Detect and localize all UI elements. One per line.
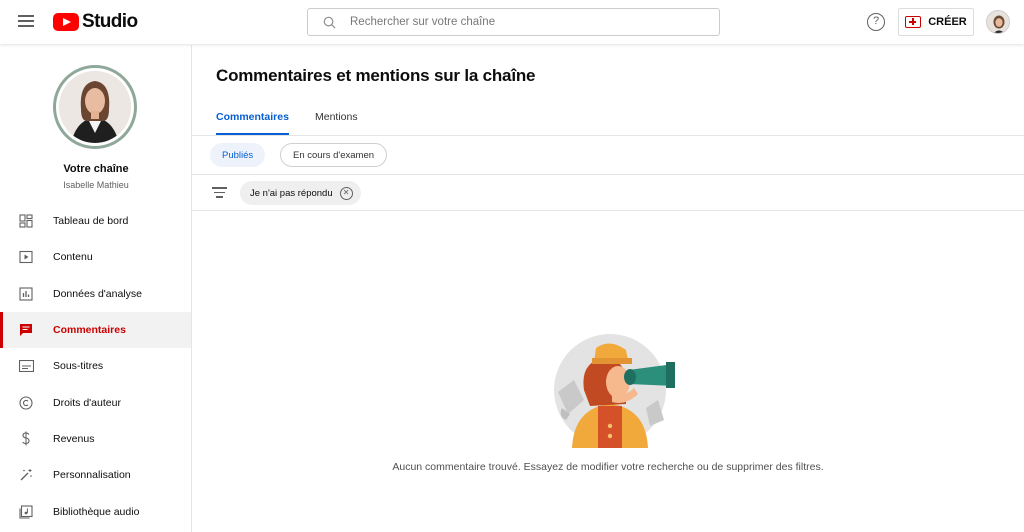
search-icon (314, 16, 344, 29)
binoculars-illustration-icon (554, 330, 686, 453)
top-bar: Studio ? CRÉER (0, 0, 1024, 44)
filter-bar: Je n'ai pas répondu ✕ (192, 175, 1024, 211)
comments-icon (18, 322, 34, 338)
sidebar-item-label: Tableau de bord (53, 215, 129, 228)
create-button[interactable]: CRÉER (898, 8, 974, 36)
sidebar-item-label: Revenus (53, 432, 95, 445)
magic-wand-icon (18, 467, 34, 483)
sidebar-item-label: Données d'analyse (53, 287, 142, 300)
sidebar-item-label: Droits d'auteur (53, 396, 121, 409)
channel-title: Votre chaîne (63, 163, 129, 175)
dashboard-icon (18, 213, 34, 229)
sidebar-item-customization[interactable]: Personnalisation (0, 457, 191, 493)
search-box[interactable] (307, 8, 720, 36)
sidebar-item-label: Sous-titres (53, 360, 104, 373)
search-input[interactable] (350, 16, 719, 28)
tab-bar: Commentaires Mentions (192, 105, 1024, 136)
chip-under-review[interactable]: En cours d'examen (280, 143, 388, 167)
studio-logo[interactable]: Studio (53, 11, 138, 33)
sidebar-item-label: Contenu (53, 251, 93, 264)
channel-name: Isabelle Mathieu (63, 180, 129, 190)
dollar-icon (18, 431, 34, 447)
sidebar-item-audio-library[interactable]: Bibliothèque audio (0, 493, 191, 529)
subtitles-icon (18, 358, 34, 374)
sidebar-item-content[interactable]: Contenu (0, 239, 191, 275)
sidebar-nav: Tableau de bord Contenu Données d'analys… (0, 203, 191, 530)
content-icon (18, 249, 34, 265)
sidebar-item-label: Personnalisation (53, 469, 131, 482)
page-title: Commentaires et mentions sur la chaîne (216, 66, 536, 85)
account-avatar[interactable] (986, 10, 1010, 34)
tab-comments[interactable]: Commentaires (216, 111, 289, 135)
logo-text: Studio (82, 11, 138, 32)
close-icon[interactable]: ✕ (339, 186, 353, 200)
filter-chip-label: Je n'ai pas répondu (250, 187, 333, 199)
sidebar: Votre chaîne Isabelle Mathieu Tableau de… (0, 45, 192, 532)
sidebar-item-analytics[interactable]: Données d'analyse (0, 276, 191, 312)
menu-icon[interactable] (15, 13, 37, 31)
sidebar-item-subtitles[interactable]: Sous-titres (0, 348, 191, 384)
youtube-logo-icon (53, 13, 79, 31)
sidebar-item-label: Bibliothèque audio (53, 505, 140, 518)
analytics-icon (18, 286, 34, 302)
sidebar-item-copyright[interactable]: Droits d'auteur (0, 384, 191, 420)
copyright-icon (18, 395, 34, 411)
sidebar-item-dashboard[interactable]: Tableau de bord (0, 203, 191, 239)
active-filter-chip[interactable]: Je n'ai pas répondu ✕ (240, 181, 361, 205)
channel-avatar[interactable] (53, 65, 137, 149)
tab-mentions[interactable]: Mentions (315, 111, 358, 133)
main-content: Commentaires et mentions sur la chaîne C… (192, 45, 1024, 532)
create-button-label: CRÉER (928, 16, 967, 28)
status-filter-bar: Publiés En cours d'examen (192, 136, 1024, 175)
sidebar-item-comments[interactable]: Commentaires (0, 311, 191, 349)
sidebar-item-label: Commentaires (53, 324, 126, 337)
chip-published[interactable]: Publiés (210, 143, 266, 167)
create-video-icon (905, 16, 922, 28)
help-icon[interactable]: ? (867, 13, 885, 31)
audio-library-icon (18, 504, 34, 520)
sidebar-item-revenue[interactable]: Revenus (0, 421, 191, 457)
empty-state-message: Aucun commentaire trouvé. Essayez de mod… (392, 461, 824, 473)
filter-icon[interactable] (212, 187, 227, 199)
